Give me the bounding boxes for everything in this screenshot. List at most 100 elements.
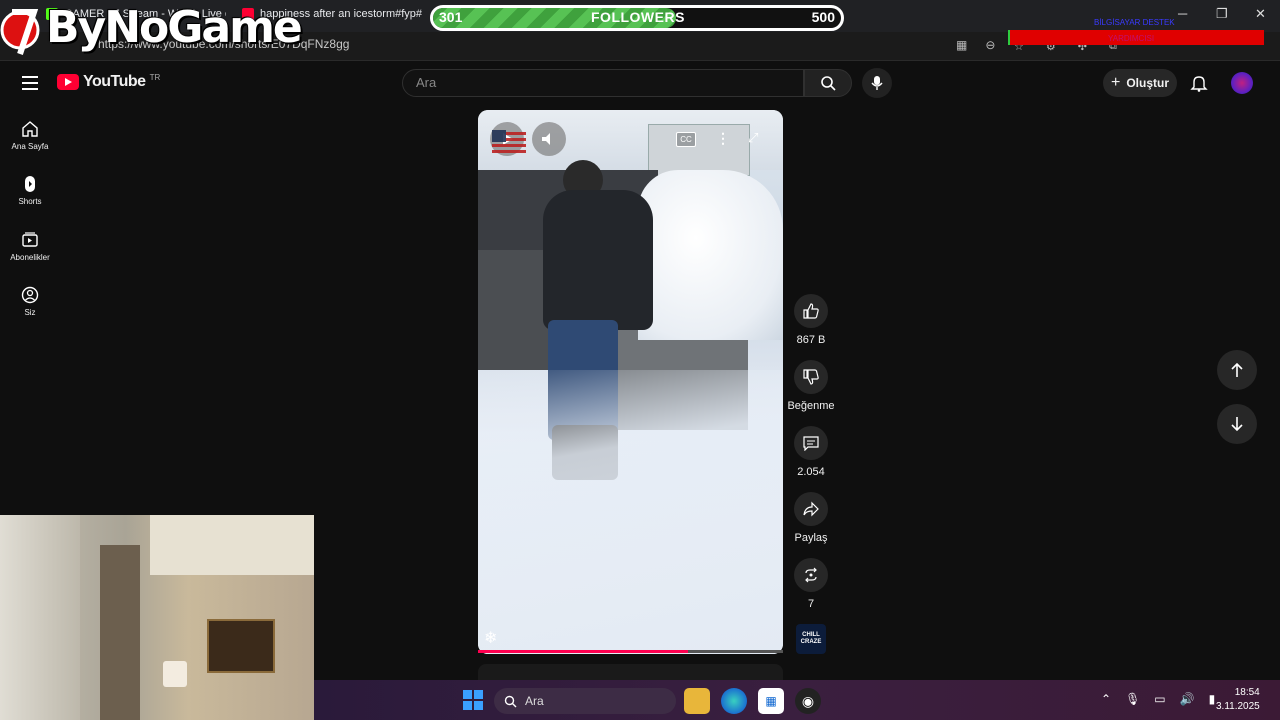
video-grill [478,250,548,370]
create-button[interactable]: + Oluştur [1103,69,1177,97]
share-action[interactable]: Paylaş [789,492,833,544]
search-icon [821,76,836,91]
us-flag-icon [492,130,526,154]
maximize-window-button[interactable]: ❐ [1216,6,1228,22]
voice-search-button[interactable] [862,68,892,98]
subscriptions-icon [22,232,38,247]
webcam-overlay [0,515,314,720]
remix-action[interactable]: 7 [789,558,833,610]
fullscreen-icon[interactable]: ⤢ [748,130,758,146]
volume-icon[interactable]: 🔊 [1180,692,1195,706]
more-options-icon[interactable]: ⋮ [716,130,730,147]
share-icon [803,501,819,517]
captions-button[interactable]: CC [676,132,696,147]
channel-avatar-badge[interactable]: CHILL CRAZE [796,624,826,654]
thumbs-down-icon [803,369,819,385]
video-house [648,124,750,176]
followers-goal-bar: 301 FOLLOWERS 500 [430,5,844,31]
sidebar-label: Shorts [18,197,42,206]
share-button[interactable] [794,492,828,526]
comment-icon [803,436,819,451]
mute-button[interactable] [532,122,566,156]
clock-date: 3.11.2025 [1216,701,1260,712]
bell-icon [1190,76,1208,92]
notifications-button[interactable] [1190,74,1208,97]
edge-browser-icon[interactable] [721,688,747,714]
search-placeholder: Ara [416,75,437,90]
dislike-action[interactable]: Beğenme [787,360,835,412]
youtube-wordmark: YouTube [83,73,146,90]
apps-icon[interactable]: ▦ [956,38,967,52]
followers-goal: 500 [811,9,835,25]
remix-count: 7 [807,598,815,610]
avatar[interactable] [1231,72,1253,94]
like-count: 867 B [796,334,826,346]
sidebar-item-shorts[interactable]: Shorts [0,175,60,206]
search-input[interactable] [402,69,804,97]
webcam-ceiling [150,515,314,575]
video-person-jacket [543,190,653,330]
remix-button[interactable] [794,558,828,592]
menu-icon[interactable] [22,76,38,90]
alert-text-bottom: YARDIMCISI [1108,34,1155,43]
webcam-curtain [0,515,80,720]
sidebar-item-subscriptions[interactable]: Abonelikler [0,231,60,262]
comments-action[interactable]: 2.054 [789,426,833,478]
arrow-down-icon [1231,417,1243,432]
stream-logo: ByNoGame [0,0,303,58]
sidebar-item-home[interactable]: Ana Sayfa [0,120,60,151]
chevron-up-icon[interactable]: ⌃ [1101,692,1111,706]
youtube-logo[interactable]: YouTube TR [57,73,160,91]
taskbar-search-placeholder: Ara [525,694,544,708]
close-window-button[interactable]: ✕ [1255,6,1266,22]
snowflake-icon: ❄ [484,630,498,647]
taskbar-clock[interactable]: 18:54 3.11.2025 [1216,686,1260,714]
sidebar-label: Ana Sayfa [11,142,49,151]
shorts-icon [25,176,35,192]
windows-start-icon[interactable] [463,690,483,710]
clock-time: 18:54 [1234,687,1260,698]
comment-count: 2.054 [797,466,825,478]
minimize-window-button[interactable]: ─ [1178,6,1187,21]
like-button[interactable] [794,294,828,328]
address-bar-actions: ▦ ⊖ [956,38,995,52]
remix-icon [805,567,817,583]
microphone-icon [871,76,883,90]
network-icon[interactable]: ▭ [1154,692,1165,706]
sidebar-label: Abonelikler [10,253,50,262]
video-snowbank [638,170,783,340]
thumbs-up-icon [803,303,819,319]
like-action[interactable]: 867 B [789,294,833,346]
dislike-button[interactable] [794,360,828,394]
sidebar-label: Siz [24,308,36,317]
taskbar-search[interactable]: Ara [494,688,676,714]
search-icon [504,695,517,707]
home-icon [22,121,38,137]
youtube-play-icon [57,74,79,90]
microphone-icon[interactable]: 🎙 [1125,692,1140,706]
sidebar-item-you[interactable]: Siz [0,286,60,317]
webcam-door [100,545,140,720]
zoom-icon[interactable]: ⊖ [985,38,995,52]
system-tray: ⌃ 🎙 ▭ 🔊 ▮ [1101,692,1215,706]
video-progress-bar[interactable] [478,650,689,653]
plus-icon: + [1110,74,1121,91]
region-code: TR [149,73,161,82]
you-icon [21,286,39,304]
previous-short-button[interactable] [1217,350,1257,390]
create-label: Oluştur [1126,76,1169,90]
next-short-button[interactable] [1217,404,1257,444]
comments-button[interactable] [794,426,828,460]
microsoft-store-icon[interactable]: ▦ [758,688,784,714]
obs-icon[interactable]: ◉ [795,688,821,714]
logo-text: ByNoGame [46,2,303,53]
shorts-video-player[interactable]: CC ⋮ ⤢ ❄ [478,110,783,654]
search-button[interactable] [804,69,852,97]
share-label: Paylaş [794,532,828,544]
alert-text-top: BİLGİSAYAR DESTEK [1094,18,1175,27]
next-short-preview[interactable] [478,664,783,680]
webcam-lamp [163,661,187,687]
arrow-up-icon [1231,362,1243,377]
file-explorer-icon[interactable] [684,688,710,714]
battery-icon[interactable]: ▮ [1209,692,1216,706]
